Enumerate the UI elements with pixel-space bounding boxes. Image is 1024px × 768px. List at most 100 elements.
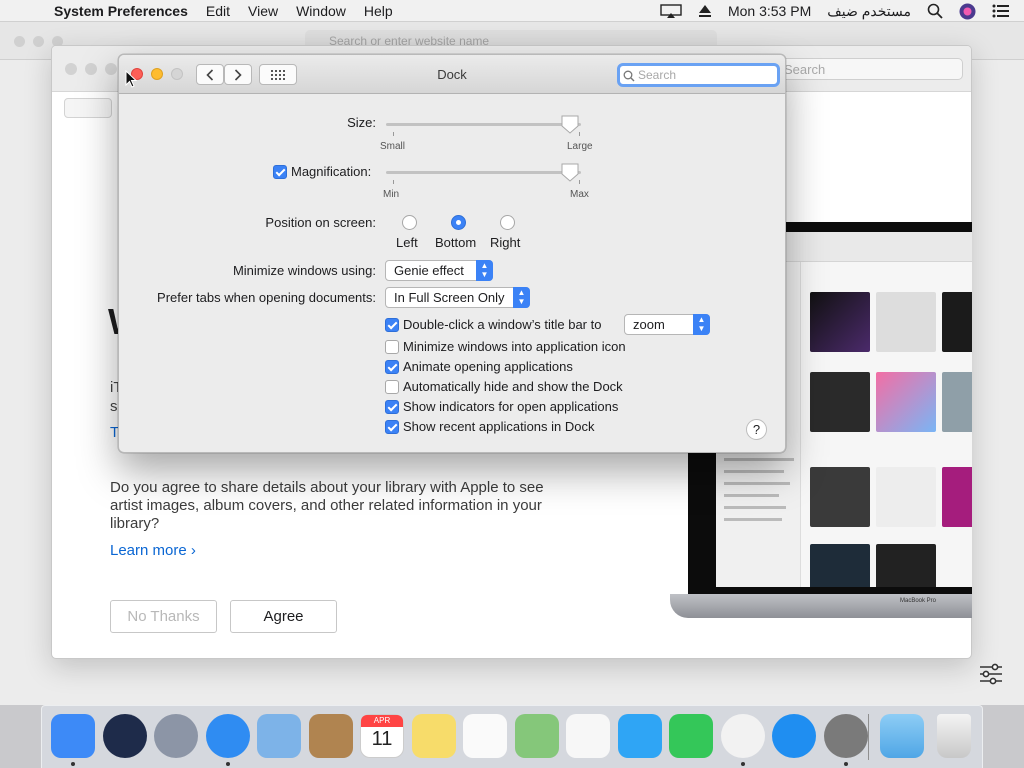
- album-tile: [942, 467, 972, 527]
- animate-opening-checkbox[interactable]: [385, 360, 399, 374]
- itunes-search-field[interactable]: Search: [777, 58, 963, 80]
- notification-center-icon[interactable]: [992, 4, 1010, 18]
- minimize-effect-label: Minimize windows using:: [232, 263, 376, 278]
- mail-icon[interactable]: [257, 714, 301, 758]
- safari-close-button[interactable]: [14, 36, 25, 47]
- album-tile: [942, 372, 972, 432]
- menu-app-name[interactable]: System Preferences: [36, 3, 197, 19]
- itunes-icon[interactable]: [720, 714, 765, 758]
- sliders-icon[interactable]: [978, 662, 1004, 686]
- calendar-icon[interactable]: APR 11: [360, 714, 404, 758]
- magnification-slider-track[interactable]: [386, 171, 581, 174]
- calendar-month: APR: [361, 715, 403, 727]
- launchpad-icon[interactable]: [154, 714, 198, 758]
- maps-icon[interactable]: [514, 714, 559, 758]
- position-bottom-radio[interactable]: [451, 215, 466, 230]
- contacts-icon[interactable]: [308, 714, 353, 758]
- menu-edit[interactable]: Edit: [197, 3, 239, 19]
- eject-icon[interactable]: [698, 4, 712, 18]
- album-tile: [810, 544, 870, 587]
- learn-more-label: Learn more: [110, 542, 187, 559]
- mag-tick-max: [579, 180, 580, 184]
- running-indicator: [225, 762, 230, 766]
- position-left-radio[interactable]: [402, 215, 417, 230]
- minimize-into-icon-label: Minimize windows into application icon: [403, 339, 626, 354]
- dock: APR 11: [41, 705, 983, 768]
- mag-tick-min: [393, 180, 394, 184]
- itunes-minimize-button[interactable]: [85, 63, 97, 75]
- album-tile: [810, 292, 870, 352]
- prefs-titlebar: Dock Search: [119, 55, 785, 94]
- itunes-share-question: Do you agree to share details about your…: [110, 479, 544, 532]
- magnification-label: Magnification:: [291, 164, 372, 179]
- help-button[interactable]: ?: [746, 419, 767, 440]
- double-click-checkbox[interactable]: [385, 318, 399, 332]
- no-thanks-button[interactable]: No Thanks: [110, 600, 217, 633]
- prefer-tabs-popup[interactable]: In Full Screen Only ▲ ▼: [385, 287, 530, 308]
- album-tile: [876, 372, 936, 432]
- trash-icon[interactable]: [937, 714, 971, 758]
- downloads-folder-icon[interactable]: [880, 714, 924, 758]
- messages-icon[interactable]: [617, 714, 662, 758]
- show-indicators-checkbox[interactable]: [385, 400, 399, 414]
- itunes-zoom-button[interactable]: [105, 63, 117, 75]
- position-bottom-label: Bottom: [435, 235, 477, 250]
- double-click-action-popup[interactable]: zoom ▲ ▼: [624, 314, 710, 335]
- minimize-effect-popup[interactable]: Genie effect ▲ ▼: [385, 260, 493, 281]
- menu-clock[interactable]: Mon 3:53 PM: [728, 3, 811, 19]
- position-right-radio[interactable]: [500, 215, 515, 230]
- app-store-icon[interactable]: [772, 714, 816, 758]
- laptop-base: MacBook Pro: [670, 594, 972, 618]
- running-indicator: [71, 762, 75, 766]
- magnification-slider-knob[interactable]: [561, 163, 579, 182]
- learn-more-link[interactable]: Learn more ›: [110, 542, 196, 559]
- minimize-into-icon-checkbox[interactable]: [385, 340, 399, 354]
- album-tile: [876, 292, 936, 352]
- double-click-label: Double-click a window’s title bar to: [403, 317, 602, 332]
- double-click-action-value: zoom: [633, 317, 665, 332]
- siri-menu-icon[interactable]: [959, 3, 976, 20]
- menu-view[interactable]: View: [239, 3, 287, 19]
- running-indicator: [843, 762, 848, 766]
- dock-preferences-window: Dock Search Size: Small Large Magnificat…: [118, 54, 786, 453]
- itunes-back-forward[interactable]: [64, 98, 112, 118]
- siri-icon[interactable]: [102, 714, 147, 758]
- menu-window[interactable]: Window: [287, 3, 355, 19]
- album-tile: [876, 467, 936, 527]
- prefer-tabs-value: In Full Screen Only: [394, 290, 505, 305]
- album-tile: [810, 372, 870, 432]
- reminders-icon[interactable]: [463, 714, 507, 758]
- autohide-dock-checkbox[interactable]: [385, 380, 399, 394]
- position-label: Position on screen:: [265, 215, 376, 230]
- photos-icon[interactable]: [566, 714, 610, 758]
- facetime-icon[interactable]: [669, 714, 713, 758]
- prefer-tabs-label: Prefer tabs when opening documents:: [157, 290, 376, 305]
- agree-button[interactable]: Agree: [230, 600, 337, 633]
- size-slider-knob[interactable]: [561, 115, 579, 134]
- magnification-max-label: Max: [570, 189, 589, 200]
- menu-help[interactable]: Help: [355, 3, 402, 19]
- show-recent-apps-checkbox[interactable]: [385, 420, 399, 434]
- itunes-close-button[interactable]: [65, 63, 77, 75]
- safari-minimize-button[interactable]: [33, 36, 44, 47]
- airplay-icon[interactable]: [660, 3, 682, 19]
- size-max-label: Large: [567, 141, 593, 152]
- popup-arrows-icon: ▲ ▼: [513, 287, 530, 308]
- popup-arrows-icon: ▲ ▼: [693, 314, 710, 335]
- show-recent-apps-label: Show recent applications in Dock: [403, 419, 595, 434]
- system-preferences-icon[interactable]: [823, 714, 868, 758]
- album-tile: [810, 467, 870, 527]
- spotlight-icon[interactable]: [927, 3, 943, 19]
- prefs-search-placeholder: Search: [638, 68, 677, 82]
- prefs-search-field[interactable]: Search: [617, 63, 780, 87]
- size-slider-track[interactable]: [386, 123, 581, 126]
- album-tile: [876, 544, 936, 587]
- menu-user[interactable]: مستخدم ضيف: [827, 3, 911, 20]
- finder-icon[interactable]: [51, 714, 95, 758]
- safari-icon[interactable]: [205, 714, 250, 758]
- position-left-label: Left: [396, 235, 418, 250]
- dock-separator: [868, 714, 869, 760]
- notes-icon[interactable]: [411, 714, 456, 758]
- size-tick-max: [579, 132, 580, 136]
- magnification-checkbox[interactable]: [273, 165, 287, 179]
